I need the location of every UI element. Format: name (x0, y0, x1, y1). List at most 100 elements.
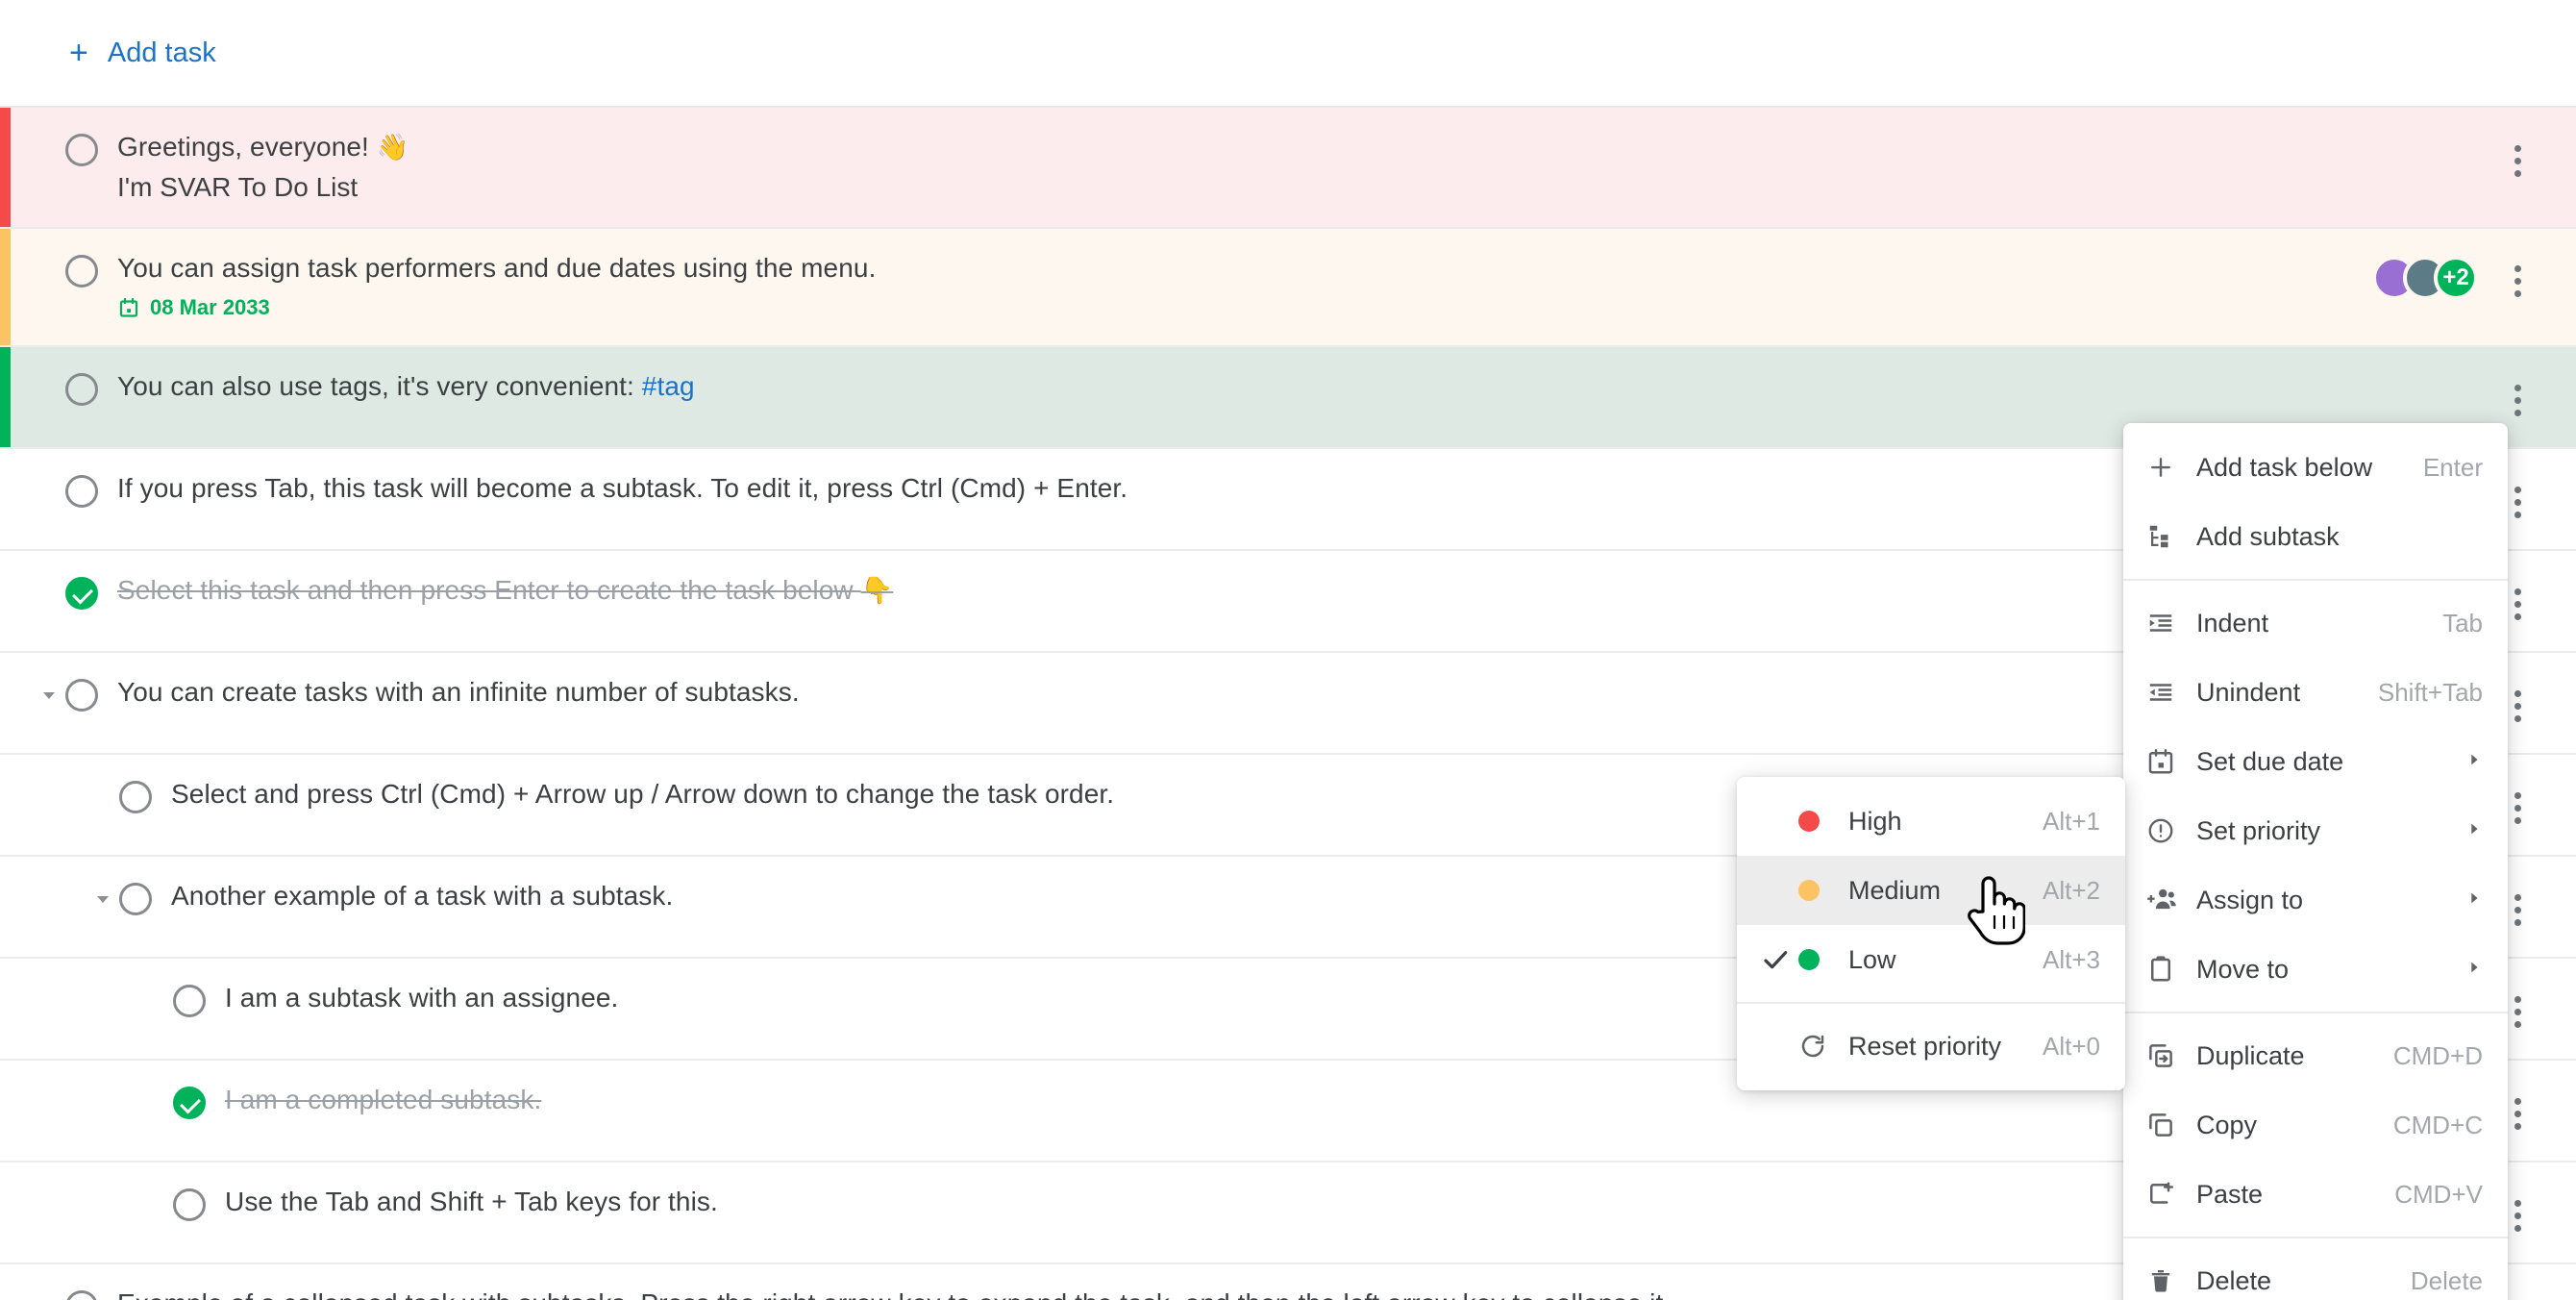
task-checkbox[interactable] (173, 1188, 206, 1222)
plus-icon: + (69, 35, 88, 71)
menu-item-shortcut: Alt+2 (2043, 875, 2100, 905)
menu-item-unindent[interactable]: Unindent Shift+Tab (2123, 658, 2508, 727)
assignee-avatar-group[interactable]: +2 (2372, 255, 2478, 300)
task-checkbox[interactable] (173, 1087, 206, 1120)
trash-icon (2146, 1266, 2191, 1295)
due-date-text: 08 Mar 2033 (150, 295, 270, 320)
menu-item-label: Low (1848, 944, 1896, 974)
task-body: You can assign task performers and due d… (98, 250, 2372, 325)
menu-item-priority-reset[interactable]: Reset priority Alt+0 (1737, 1012, 2125, 1081)
task-checkbox[interactable] (173, 985, 206, 1018)
menu-item-priority-low[interactable]: Low Alt+3 (1737, 925, 2125, 994)
task-title-text: You can create tasks with an infinite nu… (117, 677, 800, 708)
menu-item-copy[interactable]: Copy CMD+C (2123, 1090, 2508, 1160)
menu-item-label: Copy (2196, 1110, 2258, 1139)
calendar-icon (2146, 747, 2191, 776)
twisty-placeholder (33, 470, 65, 512)
task-menu-button[interactable] (2491, 256, 2543, 308)
task-checkbox[interactable] (65, 1290, 98, 1300)
twisty-placeholder (33, 129, 65, 171)
task-title-text: Example of a collapsed task with subtask… (117, 1288, 1671, 1300)
plus-icon (2146, 453, 2191, 482)
task-emoji: 👇 (860, 576, 894, 606)
task-checkbox[interactable] (65, 254, 98, 288)
task-title: You can also use tags, it's very conveni… (117, 368, 2472, 405)
avatar-overflow-count[interactable]: +2 (2434, 255, 2478, 300)
chevron-right-icon (2448, 959, 2483, 980)
menu-item-priority-medium[interactable]: Medium Alt+2 (1737, 856, 2125, 925)
task-title-text: Greetings, everyone! (117, 132, 377, 162)
menu-separator (2123, 579, 2508, 581)
menu-item-indent[interactable]: Indent Tab (2123, 588, 2508, 658)
menu-item-label: Assign to (2196, 885, 2304, 914)
menu-item-move-to[interactable]: Move to (2123, 935, 2508, 1004)
task-checkbox[interactable] (65, 134, 98, 166)
menu-item-delete[interactable]: Delete Delete (2123, 1246, 2508, 1300)
task-title-text: Another example of a task with a subtask… (171, 881, 674, 912)
menu-item-label: Set priority (2196, 815, 2321, 845)
menu-item-shortcut: CMD+C (2392, 1110, 2483, 1139)
task-title-text: Use the Tab and Shift + Tab keys for thi… (225, 1187, 718, 1217)
collapse-toggle-expanded[interactable] (33, 674, 65, 716)
menu-item-shortcut: CMD+D (2392, 1040, 2483, 1070)
menu-item-priority-high[interactable]: High Alt+1 (1737, 787, 2125, 856)
priority-indicator-bar (0, 347, 11, 448)
menu-separator (2123, 1237, 2508, 1238)
menu-item-add-task-below[interactable]: Add task below Enter (2123, 433, 2508, 502)
menu-item-label: Delete (2196, 1265, 2272, 1295)
menu-item-paste[interactable]: Paste CMD+V (2123, 1160, 2508, 1229)
menu-item-add-subtask[interactable]: Add subtask (2123, 502, 2508, 571)
menu-item-assign-to[interactable]: Assign to (2123, 865, 2508, 935)
menu-item-label: Duplicate (2196, 1040, 2305, 1070)
task-checkbox[interactable] (65, 577, 98, 611)
menu-separator (2123, 1012, 2508, 1013)
task-checkbox[interactable] (65, 373, 98, 407)
task-title: If you press Tab, this task will become … (117, 470, 2472, 507)
task-row[interactable]: You can assign task performers and due d… (0, 228, 2576, 348)
menu-item-shortcut: Alt+0 (2043, 1031, 2100, 1061)
priority-indicator-bar (0, 108, 11, 227)
task-checkbox[interactable] (119, 883, 152, 916)
avatar-label: +2 (2442, 263, 2469, 290)
expand-toggle-collapsed[interactable] (33, 1286, 65, 1300)
menu-item-label: Medium (1848, 875, 1942, 905)
task-context-menu[interactable]: Add task below Enter Add subtask Indent Tab U… (2123, 423, 2508, 1300)
task-title: You can assign task performers and due d… (117, 250, 2353, 287)
task-menu-button[interactable] (2491, 135, 2543, 187)
menu-item-label: Indent (2196, 608, 2269, 638)
menu-item-shortcut: Enter (2422, 452, 2483, 482)
task-tag[interactable]: #tag (642, 371, 695, 401)
priority-indicator-bar (0, 228, 11, 346)
twisty-placeholder (87, 776, 119, 818)
menu-separator (1737, 1002, 2125, 1004)
task-title: Greetings, everyone! 👋 (117, 129, 2472, 165)
task-menu-button[interactable] (2491, 374, 2543, 426)
menu-item-shortcut: Tab (2442, 608, 2483, 638)
task-checkbox[interactable] (65, 679, 98, 712)
task-title-text: You can assign task performers and due d… (117, 252, 877, 283)
add-task-button[interactable]: + Add task (69, 37, 216, 69)
collapse-toggle-expanded[interactable] (87, 878, 119, 920)
task-checkbox[interactable] (65, 475, 98, 509)
task-body: Greetings, everyone! 👋 I'm SVAR To Do Lis… (98, 129, 2491, 206)
priority-dot-icon (1798, 949, 1843, 970)
indent-icon (2146, 609, 2191, 638)
priority-dot-icon (1798, 811, 1843, 832)
unindent-icon (2146, 678, 2191, 707)
menu-item-set-priority[interactable]: Set priority (2123, 796, 2508, 865)
menu-item-shortcut: Delete (2410, 1265, 2483, 1295)
due-date-chip[interactable]: 08 Mar 2033 (117, 295, 270, 320)
task-row[interactable]: Greetings, everyone! 👋 I'm SVAR To Do Lis… (0, 108, 2576, 229)
menu-item-shortcut: Alt+1 (2043, 806, 2100, 836)
set-priority-submenu[interactable]: High Alt+1 Medium Alt+2 Low Alt+3 Reset priori… (1737, 777, 2125, 1090)
menu-item-shortcut: Alt+3 (2043, 944, 2100, 974)
menu-item-set-due-date[interactable]: Set due date (2123, 727, 2508, 796)
exclamation-circle-icon (2146, 816, 2191, 845)
menu-item-duplicate[interactable]: Duplicate CMD+D (2123, 1021, 2508, 1090)
task-title-text: I am a subtask with an assignee. (225, 983, 619, 1013)
task-checkbox[interactable] (119, 781, 152, 814)
menu-item-label: High (1848, 806, 1902, 836)
menu-item-label: Set due date (2196, 746, 2344, 776)
twisty-placeholder (140, 1184, 173, 1226)
chevron-right-icon (2448, 820, 2483, 841)
